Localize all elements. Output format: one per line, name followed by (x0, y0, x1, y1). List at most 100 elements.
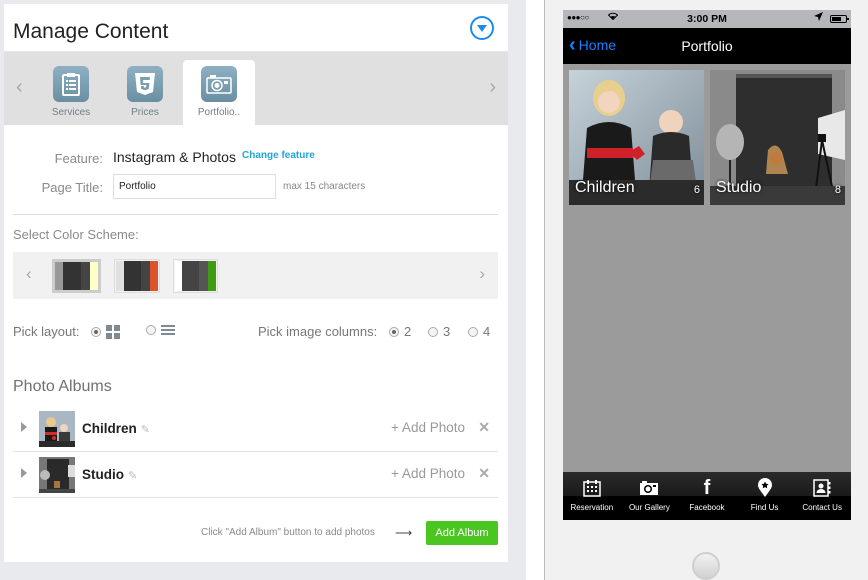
color-swatch-band (81, 262, 91, 290)
max-characters-hint: max 15 characters (283, 181, 366, 192)
layout-grid-radio[interactable] (91, 327, 101, 337)
color-scheme-option[interactable] (114, 259, 160, 293)
phone-home-button[interactable] (692, 552, 720, 580)
album-tile-title: Children (575, 179, 635, 196)
color-swatch-band (182, 261, 200, 291)
tabbar-facebook[interactable]: f Facebook (678, 472, 736, 520)
camera-icon (621, 477, 679, 499)
color-swatch-band (175, 261, 183, 291)
album-tile-children[interactable]: Children 6 (569, 70, 704, 205)
list-icon (161, 325, 175, 335)
remove-album-icon[interactable]: ✕ (478, 419, 490, 436)
page-title-input[interactable] (113, 174, 276, 199)
arrow-right-icon: ⟶ (395, 526, 413, 540)
color-swatch-band (62, 262, 82, 290)
add-album-button[interactable]: Add Album (426, 521, 498, 545)
album-name: Studio ✎ (82, 467, 137, 482)
screen-title: Portfolio (681, 38, 733, 54)
tabs-prev-arrow[interactable]: ‹ (16, 76, 23, 99)
color-scheme-option[interactable] (173, 259, 218, 293)
tabbar-label: Facebook (689, 503, 725, 512)
feature-value: Instagram & Photos (113, 149, 236, 165)
album-row: Studio ✎ + Add Photo ✕ (13, 452, 498, 498)
album-thumbnail (39, 411, 75, 447)
panel-header: Manage Content (4, 4, 508, 52)
facebook-icon: f (703, 476, 711, 499)
location-arrow-icon (814, 12, 823, 24)
color-swatch-band (150, 261, 158, 291)
columns-2-label: 2 (404, 324, 412, 339)
pick-layout-label: Pick layout: (13, 324, 80, 339)
album-name: Children ✎ (82, 421, 150, 436)
tab-label: Portfolio.. (197, 107, 241, 118)
album-photo-count: 6 (693, 184, 700, 196)
phone-screen: ●●●○○ 3:00 PM ‹ Home Portfolio Children … (563, 10, 851, 520)
tab-prices[interactable]: Prices (109, 60, 181, 125)
pencil-icon[interactable]: ✎ (128, 470, 137, 482)
album-thumbnail (39, 457, 75, 493)
layout-list-radio[interactable] (146, 325, 156, 335)
color-scheme-picker: ‹ › (13, 252, 498, 299)
address-book-icon (793, 477, 851, 499)
calendar-icon (563, 477, 621, 499)
tabbar-label: Contact Us (802, 503, 842, 512)
manage-content-panel: Manage Content ‹ Services Prices Portfol… (4, 4, 508, 562)
collapse-toggle-icon[interactable] (470, 16, 494, 40)
expand-triangle-icon[interactable] (21, 468, 27, 478)
tab-label: Prices (131, 107, 159, 118)
columns-2-radio[interactable] (389, 326, 399, 337)
color-swatch-band (116, 261, 124, 291)
tabbar-our-gallery[interactable]: Our Gallery (621, 472, 679, 520)
scheme-prev-arrow[interactable]: ‹ (26, 264, 32, 284)
expand-triangle-icon[interactable] (21, 422, 27, 432)
add-photo-button[interactable]: + Add Photo (391, 466, 465, 481)
phone-preview: ●●●○○ 3:00 PM ‹ Home Portfolio Children … (544, 0, 868, 580)
tabbar-reservation[interactable]: Reservation (563, 472, 621, 520)
remove-album-icon[interactable]: ✕ (478, 465, 490, 482)
album-tile-studio[interactable]: Studio 8 (710, 70, 845, 205)
tabbar-label: Our Gallery (628, 503, 670, 512)
tabbar-contact-us[interactable]: Contact Us (793, 472, 851, 520)
divider (13, 214, 498, 215)
clipboard-icon (53, 66, 89, 102)
album-gallery: Children 6 Studio 8 (569, 70, 845, 205)
add-photo-button[interactable]: + Add Photo (391, 420, 465, 435)
color-scheme-label: Select Color Scheme: (13, 227, 139, 242)
album-name-text: Children (82, 421, 137, 436)
album-row: Children ✎ + Add Photo ✕ (13, 406, 498, 452)
app-tab-bar: Reservation Our Gallery f Facebook Find … (563, 472, 851, 520)
pick-columns-label: Pick image columns: (258, 324, 378, 339)
tabbar-label: Find Us (750, 503, 779, 512)
battery-icon (830, 15, 849, 23)
columns-3-radio[interactable] (428, 326, 438, 337)
color-scheme-option[interactable] (52, 259, 101, 293)
pencil-icon[interactable]: ✎ (141, 424, 150, 436)
tab-label: Services (51, 107, 91, 118)
color-swatch-band (141, 261, 151, 291)
scheme-next-arrow[interactable]: › (479, 264, 485, 284)
grid-icon (106, 325, 120, 339)
photo-albums-title: Photo Albums (13, 378, 112, 395)
tabbar-label: Reservation (570, 503, 614, 512)
album-name-text: Studio (82, 467, 124, 482)
columns-3-label: 3 (443, 324, 451, 339)
preview-divider-strip (526, 0, 544, 580)
change-feature-link[interactable]: Change feature (242, 150, 315, 161)
tab-portfolio[interactable]: Portfolio.. (183, 60, 255, 125)
album-tile-title: Studio (716, 179, 762, 196)
feature-label: Feature: (54, 151, 103, 166)
columns-4-radio[interactable] (468, 326, 478, 337)
feature-tabs: ‹ Services Prices Portfolio.. › (4, 52, 508, 125)
tab-services[interactable]: Services (35, 60, 107, 125)
html5-icon (127, 66, 163, 102)
camera-icon (201, 66, 237, 102)
tabbar-find-us[interactable]: Find Us (736, 472, 794, 520)
color-swatch-band (199, 261, 208, 291)
add-album-hint: Click "Add Album" button to add photos (201, 527, 375, 538)
color-swatch-band (123, 261, 142, 291)
tabs-next-arrow[interactable]: › (489, 76, 496, 99)
color-swatch-band (55, 262, 63, 290)
ios-status-bar: ●●●○○ 3:00 PM (563, 10, 851, 28)
columns-4-label: 4 (483, 324, 491, 339)
status-time: 3:00 PM (687, 13, 727, 25)
